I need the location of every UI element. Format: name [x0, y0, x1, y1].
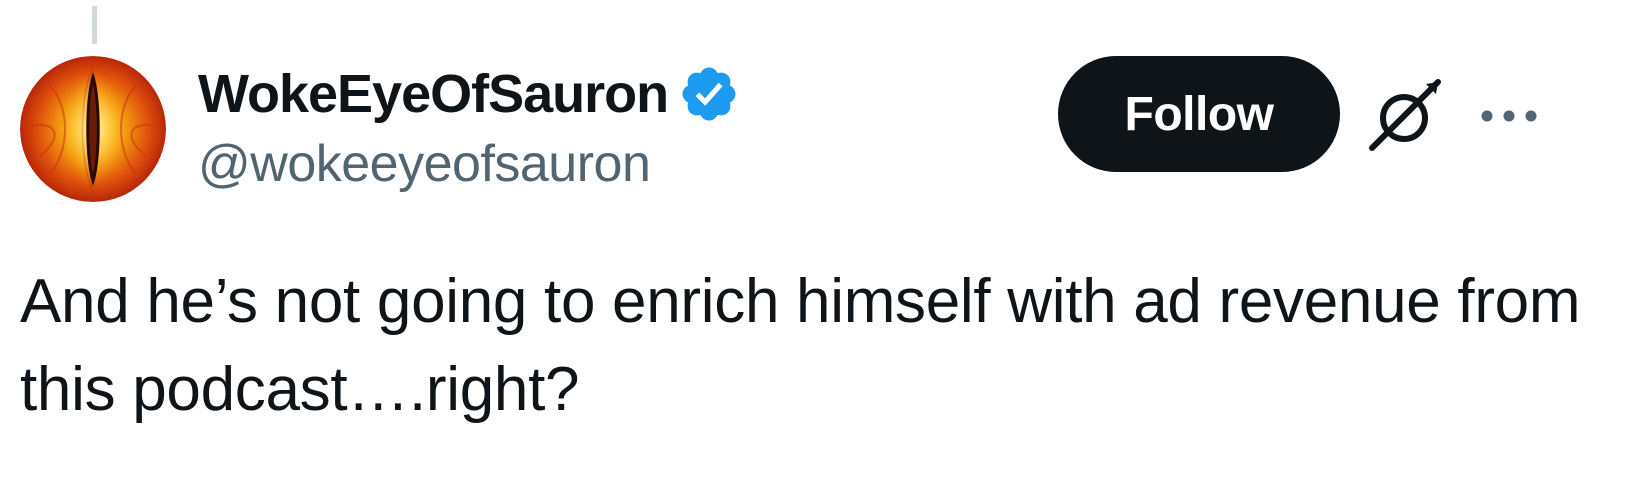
avatar[interactable]	[20, 56, 166, 202]
author-display-name[interactable]: WokeEyeOfSauron	[198, 63, 669, 125]
thread-connector-line	[92, 6, 97, 44]
follow-button[interactable]: Follow	[1058, 56, 1340, 172]
more-options-icon[interactable]	[1476, 96, 1542, 136]
author-handle[interactable]: @wokeeyeofsauron	[198, 134, 651, 194]
tweet-text: And he’s not going to enrich himself wit…	[20, 267, 1581, 424]
grok-icon[interactable]	[1368, 76, 1446, 154]
author-name-row[interactable]: WokeEyeOfSauron	[198, 60, 740, 128]
eye-of-sauron-avatar-image	[20, 56, 166, 202]
verified-badge-icon[interactable]	[678, 63, 740, 125]
